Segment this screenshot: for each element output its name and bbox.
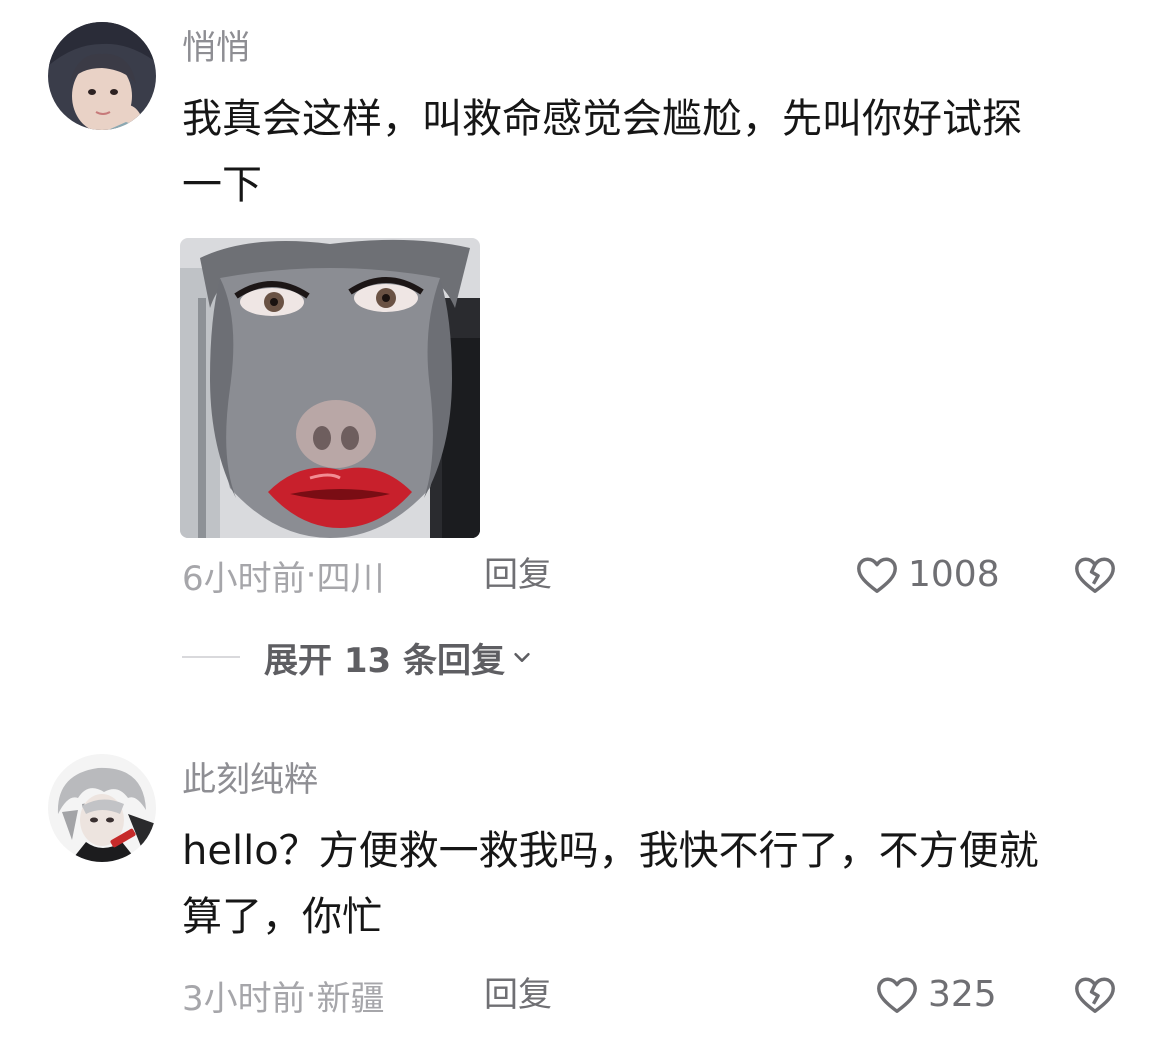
like-button[interactable]: 1008	[854, 550, 1000, 600]
avatar[interactable]	[48, 22, 156, 130]
comment-text: 我真会这样，叫救命感觉会尴尬，先叫你好试探 一下	[182, 86, 1122, 218]
broken-heart-icon	[1075, 557, 1115, 594]
comment-text: hello？方便救一救我吗，我快不行了，不方便就 算了，你忙	[182, 818, 1122, 950]
username[interactable]: 悄悄	[182, 26, 250, 70]
reply-button[interactable]: 回复	[484, 970, 552, 1020]
like-button[interactable]: 325	[874, 970, 997, 1020]
comment-meta: 3小时前 · 新疆	[182, 970, 384, 1020]
broken-heart-icon	[1075, 977, 1115, 1014]
chevron-down-icon	[514, 652, 530, 662]
pig-face-sticker[interactable]	[180, 238, 480, 538]
meta-separator: ·	[305, 555, 317, 595]
comment-text-line: 我真会这样，叫救命感觉会尴尬，先叫你好试探	[182, 96, 1022, 142]
timestamp: 3小时前	[182, 978, 306, 1019]
location: 四川	[316, 558, 385, 599]
dislike-button[interactable]	[1072, 972, 1118, 1018]
comment-text-line: 算了，你忙	[182, 894, 382, 940]
expand-replies-label: 展开 13 条回复	[264, 640, 505, 681]
like-count: 325	[928, 974, 997, 1015]
meta-separator: ·	[305, 975, 317, 1015]
heart-outline-icon	[857, 557, 897, 594]
comment-meta: 6小时前 · 四川	[182, 550, 384, 600]
username[interactable]: 此刻纯粹	[182, 758, 318, 802]
timestamp: 6小时前	[182, 558, 306, 599]
comment-text-line: hello？方便救一救我吗，我快不行了，不方便就	[182, 828, 1039, 874]
divider	[182, 656, 240, 658]
like-count: 1008	[908, 554, 1000, 595]
comment-item: 此刻纯粹 hello？方便救一救我吗，我快不行了，不方便就 算了，你忙 3小时前…	[0, 700, 1169, 1047]
avatar[interactable]	[48, 754, 156, 862]
location: 新疆	[316, 978, 385, 1019]
comment-item: 悄悄 我真会这样，叫救命感觉会尴尬，先叫你好试探 一下 6小时前 · 四川 回复…	[0, 0, 1169, 700]
heart-outline-icon	[877, 977, 917, 1014]
expand-replies-button[interactable]: 展开 13 条回复	[182, 632, 533, 682]
reply-button[interactable]: 回复	[484, 550, 552, 600]
comment-text-line: 一下	[182, 162, 262, 208]
dislike-button[interactable]	[1072, 552, 1118, 598]
